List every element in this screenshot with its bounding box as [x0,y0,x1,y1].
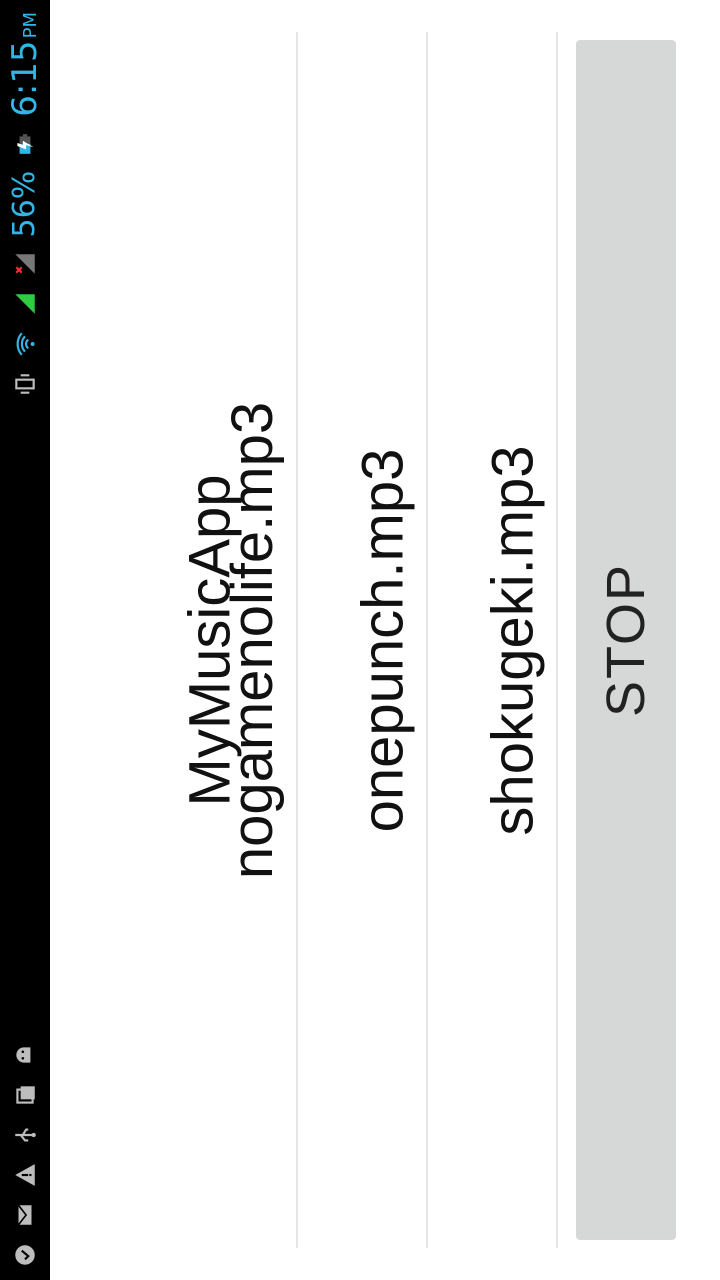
clock-time: 6:15 [5,40,45,117]
song-item-onepunch[interactable]: onepunch.mp3 [340,40,426,1240]
sync-icon [12,1242,38,1268]
clock-ampm: PM [20,12,41,39]
android-debug-icon [12,1042,38,1068]
divider [426,32,428,1248]
wifi-icon [12,331,38,357]
signal-no-icon [12,251,38,277]
vibrate-icon [12,371,38,397]
status-bar: 56% 6:15PM [0,0,50,1280]
battery-percent: 56% [7,170,42,238]
battery-charging-icon [12,131,38,157]
signal-icon [12,291,38,317]
main-content: MyMusicApp nogamenolife.mp3 onepunch.mp3… [50,0,720,1280]
song-item-nogamenolife[interactable]: nogamenolife.mp3 [210,40,296,1240]
warning-icon [12,1162,38,1188]
screenshot-icon [12,1082,38,1108]
song-label: shokugeki.mp3 [480,444,546,836]
divider [296,32,298,1248]
song-item-shokugeki[interactable]: shokugeki.mp3 [470,40,556,1240]
song-label: nogamenolife.mp3 [220,401,286,879]
song-label: onepunch.mp3 [350,448,416,832]
email-icon [12,1202,38,1228]
stop-button[interactable]: STOP [576,40,676,1240]
divider [556,32,558,1248]
stop-button-label: STOP [596,562,656,718]
usb-icon [12,1122,38,1148]
